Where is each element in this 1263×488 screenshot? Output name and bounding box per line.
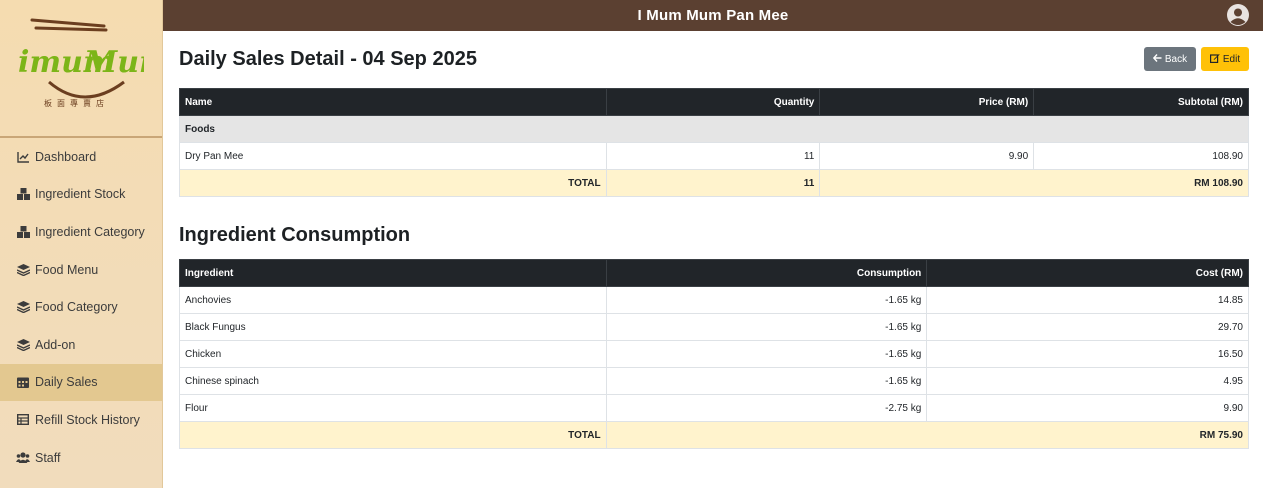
sidebar-item-add-on[interactable]: Add-on — [0, 326, 162, 364]
logo-area: imum Mum 板面專賣店 — [0, 0, 162, 138]
sidebar-item-food-menu[interactable]: Food Menu — [0, 251, 162, 289]
back-button[interactable]: Back — [1144, 47, 1196, 71]
sidebar-item-label: Food Category — [35, 300, 118, 315]
column-header: Consumption — [605, 259, 928, 287]
total-row: TOTAL RM 75.90 — [179, 421, 1250, 449]
ingredient-consumption: -1.65 kg — [605, 313, 928, 341]
table-header-row: Ingredient Consumption Cost (RM) — [179, 259, 1249, 287]
ingredient-consumption: -1.65 kg — [605, 340, 928, 368]
ingredient-consumption: -2.75 kg — [605, 394, 928, 422]
ingredient-cost: 9.90 — [926, 394, 1249, 422]
item-name: Dry Pan Mee — [179, 142, 607, 170]
item-price: 9.90 — [819, 142, 1035, 170]
ingredient-consumption: -1.65 kg — [605, 367, 928, 395]
section-title: Ingredient Consumption — [179, 224, 411, 246]
ingredient-consumption: -1.65 kg — [605, 286, 928, 314]
boxes-icon — [16, 187, 30, 201]
edit-label: Edit — [1222, 53, 1241, 65]
sidebar-item-refill-stock-history[interactable]: Refill Stock History — [0, 401, 162, 439]
sidebar-item-dashboard[interactable]: Dashboard — [0, 138, 162, 176]
ingredient-cost: 4.95 — [926, 367, 1249, 395]
table-row: Dry Pan Mee 11 9.90 108.90 — [179, 142, 1249, 170]
total-label: TOTAL — [179, 169, 607, 197]
sidebar-nav: Dashboard Ingredient Stock Ingredient Ca… — [0, 138, 162, 476]
ingredient-name: Black Fungus — [179, 313, 607, 341]
sales-table: Name Quantity Price (RM) Subtotal (RM) F… — [179, 88, 1249, 197]
svg-text:Mum: Mum — [83, 45, 144, 80]
total-cost: RM 75.90 — [605, 421, 1250, 449]
sidebar-item-label: Staff — [35, 450, 61, 465]
total-quantity: 11 — [605, 169, 821, 197]
layers-icon — [16, 338, 30, 352]
sidebar-item-label: Ingredient Category — [35, 224, 145, 239]
table-row: Chicken -1.65 kg 16.50 — [179, 340, 1249, 368]
column-header: Cost (RM) — [926, 259, 1249, 287]
sidebar-item-label: Ingredient Stock — [35, 187, 126, 202]
column-header: Subtotal (RM) — [1033, 88, 1249, 116]
sidebar-item-ingredient-category[interactable]: Ingredient Category — [0, 213, 162, 251]
column-header: Ingredient — [179, 259, 607, 287]
item-subtotal: 108.90 — [1033, 142, 1249, 170]
sidebar-item-staff[interactable]: Staff — [0, 439, 162, 477]
ingredient-name: Flour — [179, 394, 607, 422]
sidebar-item-ingredient-stock[interactable]: Ingredient Stock — [0, 176, 162, 214]
ingredient-name: Chicken — [179, 340, 607, 368]
table-header-row: Name Quantity Price (RM) Subtotal (RM) — [179, 88, 1249, 116]
sidebar-item-label: Add-on — [35, 337, 76, 352]
table-icon — [16, 413, 30, 427]
top-bar: I Mum Mum Pan Mee — [163, 0, 1263, 31]
sidebar-item-label: Refill Stock History — [35, 412, 140, 427]
sidebar-item-label: Food Menu — [35, 262, 99, 277]
edit-icon — [1209, 53, 1220, 66]
column-header: Price (RM) — [819, 88, 1035, 116]
column-header: Name — [179, 88, 607, 116]
brand-logo[interactable]: imum Mum 板面專賣店 — [14, 14, 144, 114]
calendar-icon — [16, 375, 30, 389]
sidebar-item-daily-sales[interactable]: Daily Sales — [0, 363, 162, 402]
main-content: Daily Sales Detail - 04 Sep 2025 Back Ed… — [163, 31, 1263, 488]
arrow-left-icon — [1152, 53, 1162, 65]
ingredient-name: Chinese spinach — [179, 367, 607, 395]
item-quantity: 11 — [605, 142, 821, 170]
ingredient-cost: 16.50 — [926, 340, 1249, 368]
table-row: Flour -2.75 kg 9.90 — [179, 394, 1249, 422]
sidebar-item-food-category[interactable]: Food Category — [0, 288, 162, 326]
column-header: Quantity — [605, 88, 821, 116]
users-icon — [16, 451, 30, 465]
total-subtotal: RM 108.90 — [819, 169, 1249, 197]
sidebar: imum Mum 板面專賣店 Dashboard Ingredient Stoc… — [0, 0, 163, 488]
sidebar-item-label: Dashboard — [35, 149, 97, 164]
table-row: Chinese spinach -1.65 kg 4.95 — [179, 367, 1249, 395]
layers-icon — [16, 263, 30, 277]
chart-line-icon — [16, 150, 30, 164]
page-title: Daily Sales Detail - 04 Sep 2025 — [179, 48, 477, 70]
group-row: Foods — [179, 115, 1249, 143]
app-title: I Mum Mum Pan Mee — [637, 7, 789, 24]
svg-text:板面專賣店: 板面專賣店 — [44, 98, 109, 108]
total-row: TOTAL 11 RM 108.90 — [179, 169, 1249, 197]
sidebar-item-label: Daily Sales — [35, 375, 98, 390]
table-row: Anchovies -1.65 kg 14.85 — [179, 286, 1249, 314]
table-row: Black Fungus -1.65 kg 29.70 — [179, 313, 1249, 341]
ingredient-cost: 14.85 — [926, 286, 1249, 314]
layers-icon — [16, 300, 30, 314]
ingredient-cost: 29.70 — [926, 313, 1249, 341]
boxes-icon — [16, 225, 30, 239]
user-circle-icon[interactable] — [1226, 3, 1250, 27]
back-label: Back — [1164, 53, 1188, 65]
ingredient-name: Anchovies — [179, 286, 607, 314]
total-label: TOTAL — [179, 421, 607, 449]
edit-button[interactable]: Edit — [1201, 47, 1249, 71]
group-name: Foods — [179, 115, 1249, 143]
ingredient-consumption-table: Ingredient Consumption Cost (RM) Anchovi… — [179, 259, 1250, 449]
